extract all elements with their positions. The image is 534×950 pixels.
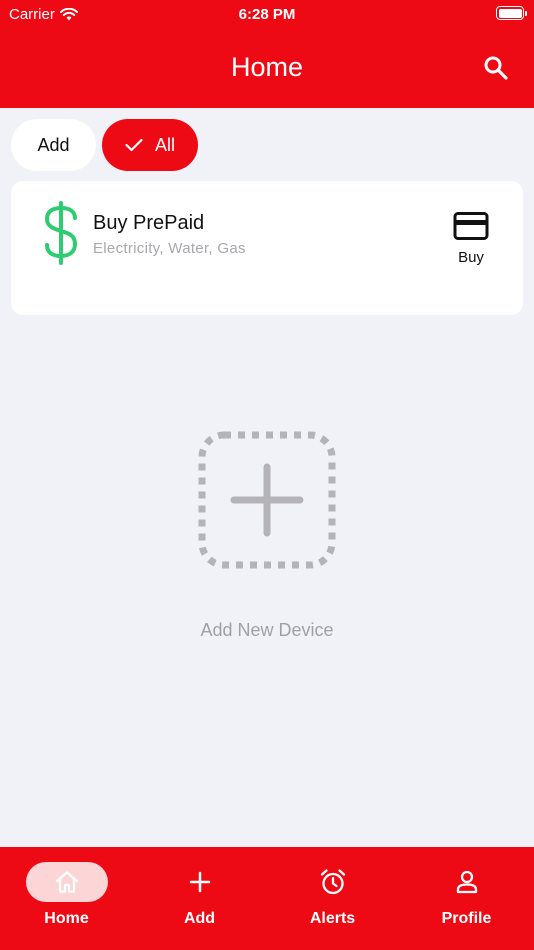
- tab-add[interactable]: Add: [133, 847, 266, 950]
- buy-prepaid-card[interactable]: Buy PrePaid Electricity, Water, Gas Buy: [11, 181, 523, 315]
- all-chip-label: All: [154, 134, 175, 155]
- add-device-icon: [198, 431, 336, 569]
- tab-alerts-label: Alerts: [309, 910, 356, 927]
- tab-add-label: Add: [183, 910, 216, 927]
- tab-profile[interactable]: Profile: [400, 847, 533, 950]
- add-new-device[interactable]: Add New Device: [0, 430, 534, 641]
- filter-chips: Add All: [11, 119, 198, 171]
- search-button[interactable]: [482, 54, 510, 82]
- add-filter-chip[interactable]: Add: [11, 119, 96, 171]
- add-chip-label: Add: [37, 134, 70, 155]
- checkmark-icon: [125, 138, 143, 152]
- buy-label: Buy: [458, 249, 484, 266]
- tab-home-label: Home: [44, 910, 89, 927]
- search-icon: [484, 56, 508, 80]
- status-bar: Carrier 6:28 PM: [0, 0, 534, 28]
- add-device-label: Add New Device: [200, 620, 334, 640]
- tab-home[interactable]: Home: [0, 847, 133, 950]
- home-icon: [55, 871, 78, 893]
- card-subtitle: Electricity, Water, Gas: [93, 240, 246, 257]
- alarm-clock-icon: [320, 869, 345, 895]
- buy-button[interactable]: Buy: [439, 211, 503, 271]
- dollar-icon: [44, 201, 78, 265]
- tab-alerts[interactable]: Alerts: [266, 847, 399, 950]
- credit-card-icon: [453, 212, 489, 240]
- page-title: Home: [230, 52, 304, 82]
- card-title: Buy PrePaid: [93, 212, 205, 234]
- tab-profile-label: Profile: [441, 910, 492, 927]
- plus-icon: [189, 871, 210, 893]
- person-icon: [456, 870, 477, 894]
- bottom-tab-bar: Home Add Alerts Profile: [0, 847, 534, 950]
- app-header: Carrier 6:28 PM Home: [0, 0, 534, 108]
- battery-icon: [496, 6, 527, 20]
- status-time: 6:28 PM: [238, 6, 296, 23]
- all-filter-chip[interactable]: All: [102, 119, 198, 171]
